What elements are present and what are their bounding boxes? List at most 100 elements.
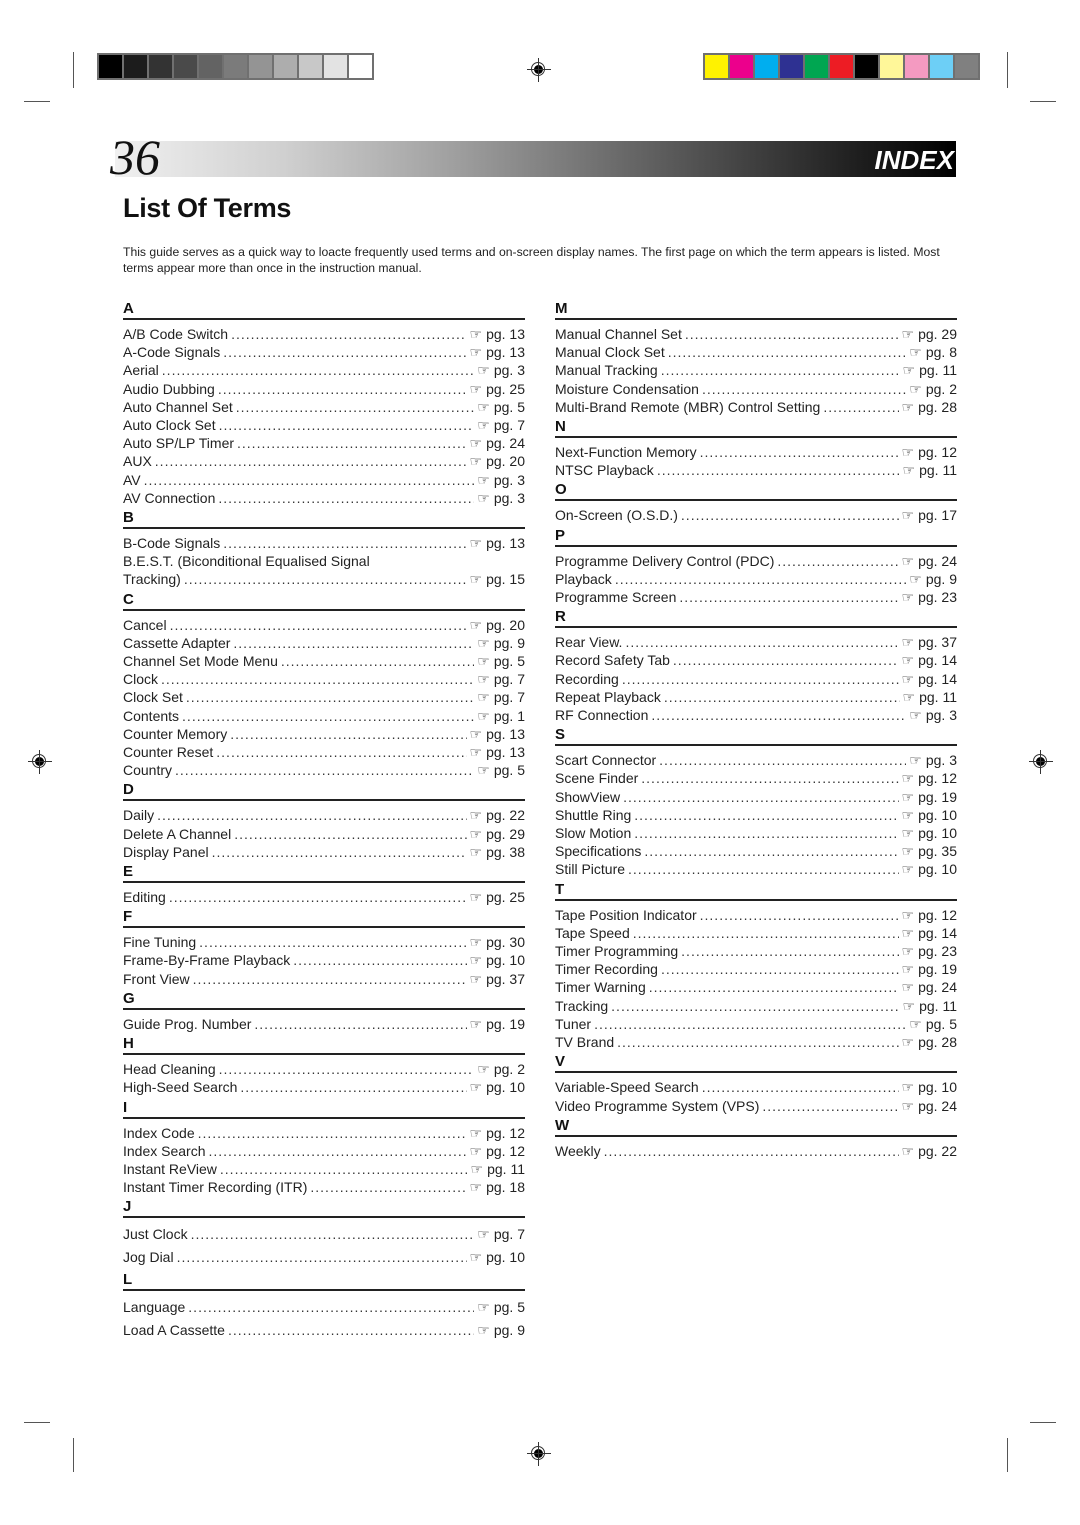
index-entry[interactable]: Jog Dial ☞pg. 10 bbox=[123, 1246, 525, 1269]
index-entry[interactable]: Auto SP/LP Timer ☞pg. 24 bbox=[123, 434, 525, 452]
index-entry[interactable]: Repeat Playback ☞pg. 11 bbox=[555, 688, 957, 706]
page-reference[interactable]: ☞ pg. 35 bbox=[902, 842, 958, 860]
index-entry[interactable]: Manual Channel Set ☞pg. 29 bbox=[555, 325, 957, 343]
page-reference[interactable]: ☞ pg. 14 bbox=[902, 670, 958, 688]
index-entry[interactable]: Scene Finder ☞pg. 12 bbox=[555, 769, 957, 787]
index-entry[interactable]: Weekly ☞pg. 22 bbox=[555, 1142, 957, 1160]
page-reference[interactable]: ☞ pg. 25 bbox=[470, 888, 526, 906]
page-reference[interactable]: ☞ pg. 7 bbox=[477, 670, 525, 688]
index-entry[interactable]: Tracking ☞pg. 11 bbox=[555, 997, 957, 1015]
index-entry[interactable]: Video Programme System (VPS) ☞pg. 24 bbox=[555, 1097, 957, 1115]
page-reference[interactable]: ☞ pg. 11 bbox=[903, 361, 957, 379]
page-reference[interactable]: ☞ pg. 11 bbox=[471, 1160, 525, 1178]
index-entry[interactable]: Index Search ☞pg. 12 bbox=[123, 1142, 525, 1160]
page-reference[interactable]: ☞ pg. 5 bbox=[477, 761, 525, 779]
index-entry[interactable]: Auto Clock Set ☞pg. 7 bbox=[123, 416, 525, 434]
index-entry[interactable]: Country ☞pg. 5 bbox=[123, 761, 525, 779]
page-reference[interactable]: ☞ pg. 19 bbox=[902, 788, 958, 806]
index-entry[interactable]: Guide Prog. Number ☞pg. 19 bbox=[123, 1015, 525, 1033]
index-entry[interactable]: ShowView ☞pg. 19 bbox=[555, 788, 957, 806]
index-entry[interactable]: Cancel ☞pg. 20 bbox=[123, 616, 525, 634]
page-reference[interactable]: ☞ pg. 18 bbox=[470, 1178, 526, 1196]
page-reference[interactable]: ☞ pg. 10 bbox=[902, 860, 958, 878]
index-entry[interactable]: Language ☞pg. 5 bbox=[123, 1296, 525, 1319]
page-reference[interactable]: ☞ pg. 13 bbox=[470, 325, 526, 343]
page-reference[interactable]: ☞ pg. 3 bbox=[909, 751, 957, 769]
index-entry[interactable]: Timer Warning ☞pg. 24 bbox=[555, 978, 957, 996]
index-entry[interactable]: Auto Channel Set ☞pg. 5 bbox=[123, 398, 525, 416]
page-reference[interactable]: ☞ pg. 10 bbox=[902, 1078, 958, 1096]
page-reference[interactable]: ☞ pg. 10 bbox=[470, 1246, 526, 1269]
page-reference[interactable]: ☞ pg. 3 bbox=[477, 489, 525, 507]
index-entry[interactable]: Next-Function Memory ☞pg. 12 bbox=[555, 443, 957, 461]
index-entry[interactable]: Slow Motion ☞pg. 10 bbox=[555, 824, 957, 842]
page-reference[interactable]: ☞ pg. 10 bbox=[470, 1078, 526, 1096]
page-reference[interactable]: ☞ pg. 9 bbox=[477, 634, 525, 652]
page-reference[interactable]: ☞ pg. 9 bbox=[477, 1319, 525, 1342]
page-reference[interactable]: ☞ pg. 24 bbox=[470, 434, 526, 452]
index-entry[interactable]: B.E.S.T. (Biconditional Equalised Signal bbox=[123, 552, 525, 570]
index-entry[interactable]: Instant ReView ☞pg. 11 bbox=[123, 1160, 525, 1178]
page-reference[interactable]: ☞ pg. 5 bbox=[477, 398, 525, 416]
page-reference[interactable]: ☞ pg. 12 bbox=[902, 906, 958, 924]
page-reference[interactable]: ☞ pg. 3 bbox=[477, 361, 525, 379]
index-entry[interactable]: Programme Delivery Control (PDC) ☞pg. 24 bbox=[555, 552, 957, 570]
page-reference[interactable]: ☞ pg. 11 bbox=[903, 997, 957, 1015]
index-entry[interactable]: On-Screen (O.S.D.) ☞pg. 17 bbox=[555, 506, 957, 524]
page-reference[interactable]: ☞ pg. 14 bbox=[902, 924, 958, 942]
page-reference[interactable]: ☞ pg. 17 bbox=[902, 506, 958, 524]
page-reference[interactable]: ☞ pg. 29 bbox=[470, 825, 526, 843]
index-entry[interactable]: Clock ☞pg. 7 bbox=[123, 670, 525, 688]
index-entry[interactable]: Daily ☞pg. 22 bbox=[123, 806, 525, 824]
index-entry[interactable]: Load A Cassette ☞pg. 9 bbox=[123, 1319, 525, 1342]
index-entry[interactable]: Specifications ☞pg. 35 bbox=[555, 842, 957, 860]
index-entry[interactable]: Tuner ☞pg. 5 bbox=[555, 1015, 957, 1033]
page-reference[interactable]: ☞ pg. 10 bbox=[902, 806, 958, 824]
page-reference[interactable]: ☞ pg. 11 bbox=[903, 688, 957, 706]
index-entry[interactable]: Manual Clock Set ☞pg. 8 bbox=[555, 343, 957, 361]
index-entry[interactable]: Playback ☞pg. 9 bbox=[555, 570, 957, 588]
page-reference[interactable]: ☞ pg. 22 bbox=[470, 806, 526, 824]
page-reference[interactable]: ☞ pg. 7 bbox=[477, 1223, 525, 1246]
page-reference[interactable]: ☞ pg. 37 bbox=[470, 970, 526, 988]
index-entry[interactable]: TV Brand ☞pg. 28 bbox=[555, 1033, 957, 1051]
index-entry[interactable]: Editing ☞pg. 25 bbox=[123, 888, 525, 906]
index-entry[interactable]: Still Picture ☞pg. 10 bbox=[555, 860, 957, 878]
index-entry[interactable]: Clock Set ☞pg. 7 bbox=[123, 688, 525, 706]
index-entry[interactable]: Channel Set Mode Menu ☞pg. 5 bbox=[123, 652, 525, 670]
page-reference[interactable]: ☞ pg. 13 bbox=[470, 725, 526, 743]
index-entry[interactable]: Index Code ☞pg. 12 bbox=[123, 1124, 525, 1142]
index-entry[interactable]: Aerial ☞pg. 3 bbox=[123, 361, 525, 379]
page-reference[interactable]: ☞ pg. 20 bbox=[470, 452, 526, 470]
index-entry[interactable]: Front View ☞pg. 37 bbox=[123, 970, 525, 988]
index-entry[interactable]: Moisture Condensation ☞pg. 2 bbox=[555, 380, 957, 398]
page-reference[interactable]: ☞ pg. 12 bbox=[902, 769, 958, 787]
index-entry[interactable]: A/B Code Switch ☞pg. 13 bbox=[123, 325, 525, 343]
page-reference[interactable]: ☞ pg. 23 bbox=[902, 588, 958, 606]
page-reference[interactable]: ☞ pg. 19 bbox=[902, 960, 958, 978]
page-reference[interactable]: ☞ pg. 12 bbox=[470, 1142, 526, 1160]
index-entry[interactable]: Delete A Channel ☞pg. 29 bbox=[123, 825, 525, 843]
index-entry[interactable]: AV Connection ☞pg. 3 bbox=[123, 489, 525, 507]
page-reference[interactable]: ☞ pg. 13 bbox=[470, 743, 526, 761]
page-reference[interactable]: ☞ pg. 15 bbox=[470, 570, 526, 588]
page-reference[interactable]: ☞ pg. 11 bbox=[903, 461, 957, 479]
page-reference[interactable]: ☞ pg. 19 bbox=[470, 1015, 526, 1033]
page-reference[interactable]: ☞ pg. 12 bbox=[902, 443, 958, 461]
page-reference[interactable]: ☞ pg. 28 bbox=[902, 398, 958, 416]
page-reference[interactable]: ☞ pg. 37 bbox=[902, 633, 958, 651]
index-entry[interactable]: Fine Tuning ☞pg. 30 bbox=[123, 933, 525, 951]
page-reference[interactable]: ☞ pg. 7 bbox=[477, 416, 525, 434]
index-entry[interactable]: Instant Timer Recording (ITR) ☞pg. 18 bbox=[123, 1178, 525, 1196]
page-reference[interactable]: ☞ pg. 12 bbox=[470, 1124, 526, 1142]
index-entry[interactable]: Manual Tracking ☞pg. 11 bbox=[555, 361, 957, 379]
index-entry[interactable]: Timer Programming ☞pg. 23 bbox=[555, 942, 957, 960]
index-entry[interactable]: Head Cleaning ☞pg. 2 bbox=[123, 1060, 525, 1078]
index-entry[interactable]: RF Connection ☞pg. 3 bbox=[555, 706, 957, 724]
page-reference[interactable]: ☞ pg. 1 bbox=[477, 707, 525, 725]
index-entry[interactable]: Tape Speed ☞pg. 14 bbox=[555, 924, 957, 942]
index-entry[interactable]: Multi-Brand Remote (MBR) Control Setting… bbox=[555, 398, 957, 416]
index-entry[interactable]: Recording ☞pg. 14 bbox=[555, 670, 957, 688]
page-reference[interactable]: ☞ pg. 13 bbox=[470, 534, 526, 552]
index-entry[interactable]: Audio Dubbing ☞pg. 25 bbox=[123, 380, 525, 398]
